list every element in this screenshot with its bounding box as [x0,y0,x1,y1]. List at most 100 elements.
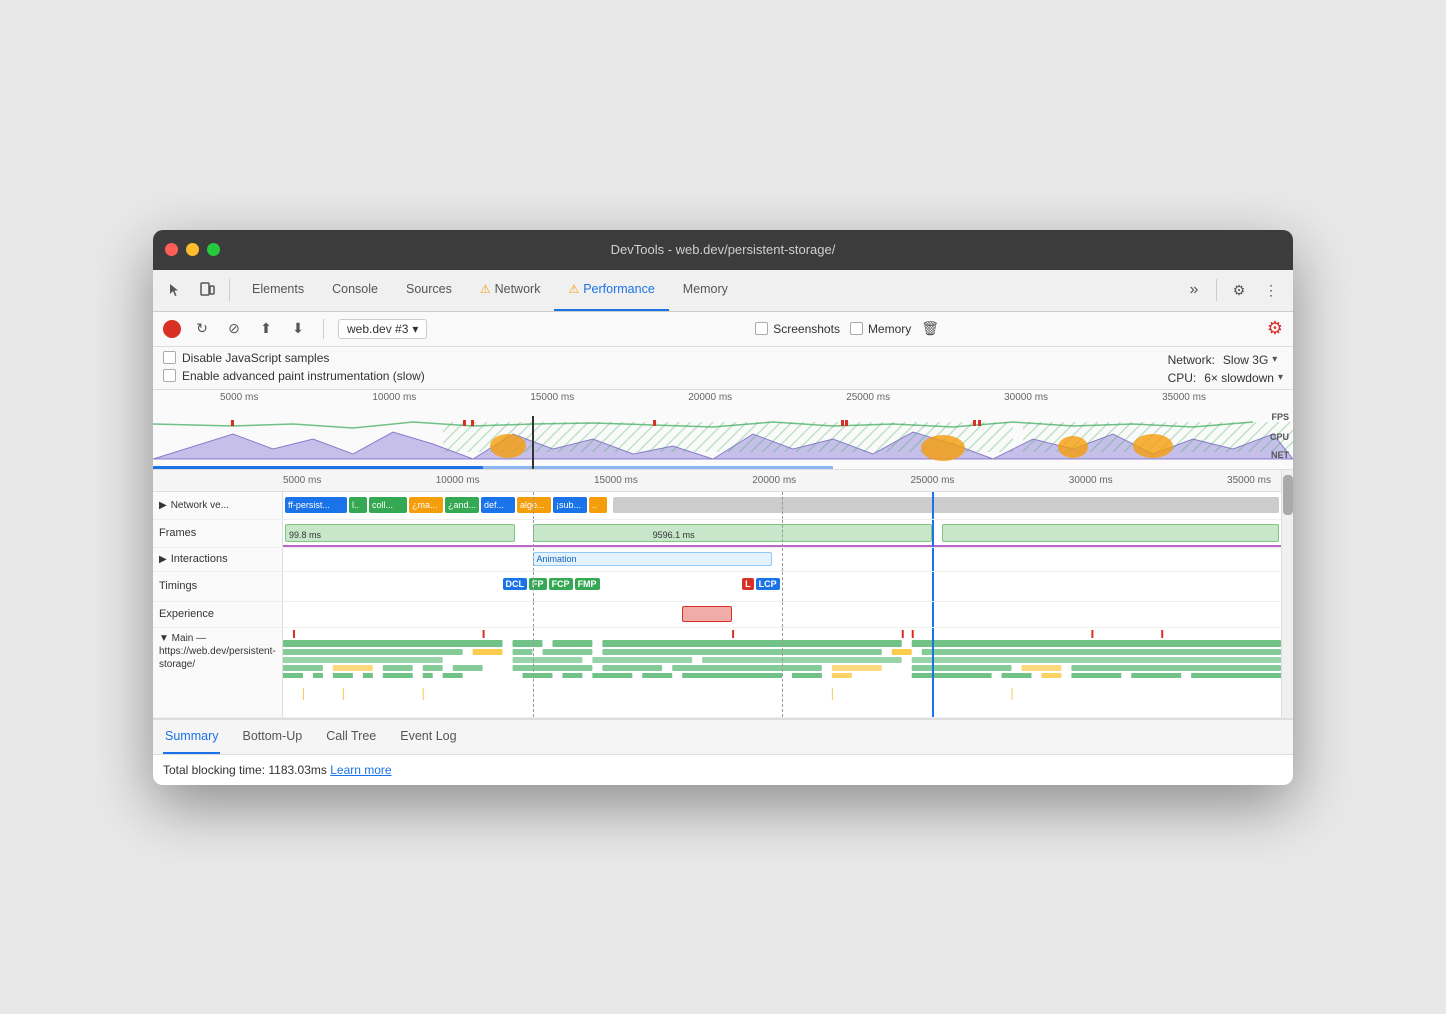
js-samples-label: Disable JavaScript samples [182,351,329,365]
paint-checkbox[interactable] [163,369,176,382]
settings-left: Disable JavaScript samples Enable advanc… [163,351,1168,385]
net-item-gray [613,497,1279,513]
network-setting-label: Network: [1168,353,1215,367]
timing-badges-group1: DCL FP FCP FMP [503,578,600,590]
cpu-overview-label: CPU [1270,432,1289,442]
customize-icon[interactable]: ⋮ [1257,276,1285,304]
fps-label: FPS [1271,412,1289,422]
screenshots-checkbox[interactable] [755,322,768,335]
network-label: ▶ Network ve... [153,492,283,519]
controls-separator [323,319,324,339]
int-blue-line [932,548,934,571]
tab-bottom-up[interactable]: Bottom-Up [240,720,304,754]
timeline-main[interactable]: 5000 ms 10000 ms 15000 ms 20000 ms 25000… [153,470,1281,718]
status-bar: Total blocking time: 1183.03ms Learn mor… [153,754,1293,785]
net-label: NET [1271,450,1289,460]
network-setting: Network: Slow 3G ▾ [1168,353,1278,367]
cpu-setting-value: 6× slowdown [1204,371,1274,385]
net-item-ma: ¿ma... [409,497,443,513]
traffic-lights [165,243,220,256]
main-timeline-area: 5000 ms 10000 ms 15000 ms 20000 ms 25000… [153,470,1293,718]
tab-elements[interactable]: Elements [238,270,318,311]
net-item-coll: coll... [369,497,407,513]
dashed-line-2 [782,492,783,519]
maximize-button[interactable] [207,243,220,256]
main-thread-label: ▼ Main — https://web.dev/persistent-stor… [153,628,283,717]
paint-row: Enable advanced paint instrumentation (s… [163,369,1168,383]
dashed-line-1 [533,492,534,519]
main-dashed-2 [782,628,783,717]
settings-icon[interactable]: ⚙ [1225,276,1253,304]
network-dropdown-icon[interactable]: ▾ [1272,354,1277,365]
devtools-window: DevTools - web.dev/persistent-storage/ E… [153,230,1293,785]
clear-icon[interactable]: 🗑 [921,320,939,337]
close-button[interactable] [165,243,178,256]
tab-performance[interactable]: ⚠ Performance [554,270,668,311]
download-icon[interactable]: ⬇ [287,318,309,340]
main-dashed-1 [533,628,534,717]
refresh-icon[interactable]: ↻ [191,318,213,340]
upload-icon[interactable]: ⬆ [255,318,277,340]
learn-more-link[interactable]: Learn more [330,763,391,777]
animation-interaction: Animation [533,552,773,566]
frame-bar-2: 9596.1 ms [533,524,932,542]
experience-item [682,606,732,622]
inspect-icon[interactable] [161,276,189,304]
timeline-ruler: 5000 ms 10000 ms 15000 ms 20000 ms 25000… [153,470,1281,492]
device-icon[interactable] [193,276,221,304]
timings-label: Timings [153,572,283,601]
timing-dashed-2 [782,572,783,601]
main-thread-content [283,628,1281,717]
int-dashed-2 [782,548,783,571]
memory-option: Memory [850,322,911,336]
interactions-content: Animation [283,548,1281,571]
dcl-badge: DCL [503,578,528,590]
net-item-and: ¿and... [445,497,479,513]
frame-bar-1: 99.8 ms [285,524,515,542]
net-item-l: l.. [349,497,367,513]
memory-checkbox[interactable] [850,322,863,335]
window-title: DevTools - web.dev/persistent-storage/ [611,242,836,257]
performance-warning-icon: ⚠ [568,282,579,296]
main-toolbar: Elements Console Sources ⚠ Network ⚠ Per… [153,270,1293,312]
tab-console[interactable]: Console [318,270,392,311]
cpu-dropdown-icon[interactable]: ▾ [1278,372,1283,383]
tab-sources[interactable]: Sources [392,270,466,311]
url-selector[interactable]: web.dev #3 ▾ [338,319,427,339]
screenshots-option: Screenshots [755,322,840,336]
more-tabs-button[interactable]: » [1180,276,1208,304]
controls-bar: ↻ ⊘ ⬆ ⬇ web.dev #3 ▾ Screenshots Memory … [153,312,1293,347]
perf-settings-icon[interactable]: ⚙ [1267,318,1283,339]
interactions-row: ▶ Interactions Animation [153,548,1281,572]
cpu-setting: CPU: 6× slowdown ▾ [1168,371,1283,385]
tab-call-tree[interactable]: Call Tree [324,720,378,754]
timeline-scrollbar[interactable] [1281,470,1293,718]
timeline-overview[interactable]: 5000 ms 10000 ms 15000 ms 20000 ms 25000… [153,390,1293,470]
overview-labels: 5000 ms 10000 ms 15000 ms 20000 ms 25000… [153,390,1263,403]
frames-row: Frames 99.8 ms 9596.1 ms [153,520,1281,548]
tab-summary[interactable]: Summary [163,720,220,754]
memory-label: Memory [868,322,911,336]
tab-network[interactable]: ⚠ Network [466,270,555,311]
exp-blue-line [932,602,934,627]
ruler-marks: 5000 ms 10000 ms 15000 ms 20000 ms 25000… [283,475,1281,486]
tab-memory[interactable]: Memory [669,270,742,311]
stop-icon[interactable]: ⊘ [223,318,245,340]
toolbar-separator [229,279,230,301]
record-button[interactable] [163,320,181,338]
js-samples-checkbox[interactable] [163,351,176,364]
net-item-sub: ¡sub... [553,497,587,513]
interactions-label: ▶ Interactions [153,548,283,571]
network-content: ff-persist... l.. coll... ¿ma... ¿and...… [283,492,1281,519]
status-text: Total blocking time: 1183.03ms [163,763,327,777]
overview-chart [153,404,1293,470]
int-dashed-1 [533,548,534,571]
frame-bar-3 [942,524,1279,542]
tab-event-log[interactable]: Event Log [398,720,458,754]
screenshots-label: Screenshots [773,322,840,336]
scrollbar-thumb[interactable] [1283,475,1293,515]
timings-content: DCL FP FCP FMP L LCP [283,572,1281,601]
minimize-button[interactable] [186,243,199,256]
url-dropdown-icon: ▾ [412,322,418,336]
js-samples-row: Disable JavaScript samples [163,351,1168,365]
